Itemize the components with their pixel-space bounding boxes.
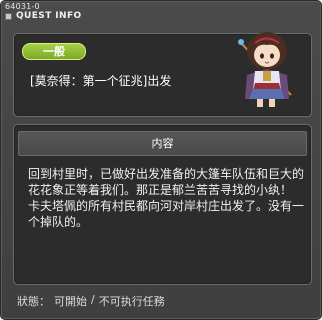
status-start: 可開始 xyxy=(54,295,87,308)
npc-portrait-icon xyxy=(238,32,292,107)
window-title: QUEST INFO xyxy=(16,11,82,21)
content-text: 回到村里时，已做好出发准备的大篷车队伍和巨大的花花象正等着我们。那正是郁兰苦苦寻… xyxy=(28,166,304,230)
quest-status: 狀態： 可開始 / 不可执行任務 xyxy=(17,293,165,309)
content-header: 内容 xyxy=(18,131,307,156)
quest-category-badge: 一般 xyxy=(22,43,86,60)
status-separator: / xyxy=(91,293,95,306)
status-label: 狀態： xyxy=(17,295,50,308)
quest-content-panel: 内容 回到村里时，已做好出发准备的大篷车队伍和巨大的花花象正等着我们。那正是郁兰… xyxy=(13,124,312,285)
content-line: 回到村里时，已做好出发准备的大篷车队伍和巨大的花花象正等着我们。那正是郁兰苦苦寻… xyxy=(28,167,305,197)
quest-info-window: 64031-0 QUEST INFO 一般 [莫奈得：第一个征兆]出发 内容 回… xyxy=(0,0,322,320)
square-bullet-icon xyxy=(5,12,12,20)
status-complete: 不可执行任務 xyxy=(98,295,165,308)
title-bar[interactable]: QUEST INFO xyxy=(5,11,82,21)
content-line: 卡夫塔佩的所有村民都向河对岸村庄出发了。没有一个掉队的。 xyxy=(28,199,305,229)
quest-id: 64031-0 xyxy=(5,2,40,11)
quest-name: [莫奈得：第一个征兆]出发 xyxy=(30,74,172,88)
